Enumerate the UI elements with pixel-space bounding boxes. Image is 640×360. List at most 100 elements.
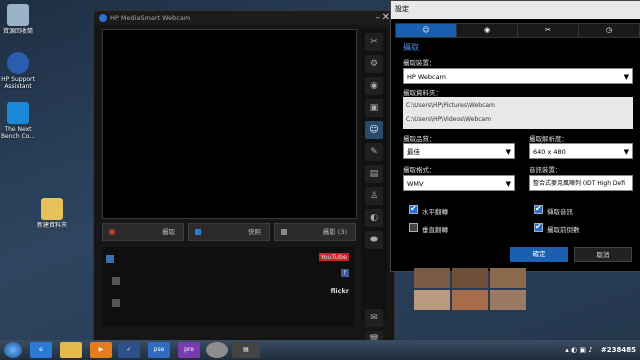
vflip-checkbox[interactable] (409, 223, 418, 232)
gallery-icon[interactable] (106, 255, 114, 263)
settings-tabs: ☺ ◉ ✂ ◷ (395, 23, 640, 38)
close-button[interactable]: ✕ (382, 11, 390, 25)
webcam-title-bar[interactable]: HP MediaSmart Webcam – ✕ (94, 11, 394, 25)
snapshot-icon (195, 229, 201, 235)
facebook-brand[interactable]: f (340, 269, 349, 277)
chevron-down-icon: ▼ (623, 148, 629, 156)
dialog-title: 設定 (391, 1, 640, 19)
settings-dialog: 設定 ☺ ◉ ✂ ◷ 攝取 攝取裝置： HP Webcam ▼ 攝取資料夾： C… (390, 0, 640, 272)
media-player-icon[interactable]: ▶ (90, 342, 112, 358)
eraser-icon[interactable]: ⬬ (365, 231, 383, 249)
album-label: 攝影 (3) (322, 228, 347, 236)
webcam-window: HP MediaSmart Webcam – ✕ ✂ ⚙ ◉ ▣ ☺ ✎ ▤ ♙… (93, 10, 395, 349)
camera-small-icon (281, 229, 287, 235)
start-button[interactable] (4, 342, 22, 358)
chevron-down-icon: ▼ (505, 180, 511, 188)
vflip-label: 垂直翻轉 (422, 226, 448, 234)
desktop-icon-hp-support[interactable]: HP Support Assistant (0, 52, 40, 90)
pictures-path: C:\Users\HP\Pictures\Webcam (406, 102, 495, 109)
desktop-icon-label: 資源回收筒 (2, 28, 33, 35)
folder-paths[interactable]: C:\Users\HP\Pictures\Webcam C:\Users\HP\… (403, 97, 633, 129)
desktop-icon-label: The Next Bench Co... (0, 126, 36, 140)
film-icon[interactable]: ▤ (232, 342, 260, 358)
tab-tools[interactable]: ✂ (517, 23, 579, 38)
device-label: 攝取裝置： (403, 59, 436, 67)
desktop-icon-recycle-bin[interactable]: 資源回收筒 (0, 4, 40, 35)
cancel-button[interactable]: 取消 (574, 247, 632, 262)
tab-camera[interactable]: ◉ (456, 23, 518, 38)
tab-capture[interactable]: ☺ (395, 23, 457, 38)
hp-icon[interactable]: ✓ (118, 342, 140, 358)
webcam-app-icon[interactable] (206, 342, 228, 358)
countdown-label: 攝取前倒數 (547, 226, 580, 234)
frame-icon[interactable]: ▤ (365, 165, 383, 183)
person-thumb-icon[interactable] (112, 277, 120, 285)
hflip-checkbox[interactable] (409, 204, 418, 214)
format-value: WMV (407, 180, 424, 188)
chevron-down-icon: ▼ (623, 73, 629, 81)
quality-label: 攝取品質： (403, 135, 436, 143)
album-button[interactable]: 攝影 (3) (274, 223, 356, 241)
avatar-thumb[interactable] (452, 268, 488, 288)
tray-icons[interactable]: ▴ ◐ ▣ ♪ (565, 346, 592, 354)
video-preview (102, 29, 357, 219)
explorer-icon[interactable] (60, 342, 82, 358)
pse-icon[interactable]: pse (148, 342, 170, 358)
settings-icon[interactable]: ⚙ (365, 55, 383, 73)
pen-icon[interactable]: ✎ (365, 143, 383, 161)
capture-audio-checkbox[interactable] (534, 204, 543, 214)
recycle-bin-icon (7, 4, 29, 26)
phone-icon[interactable] (112, 299, 120, 307)
countdown-checkbox[interactable] (534, 222, 543, 232)
camera-icon[interactable]: ◉ (365, 77, 383, 95)
avatar-thumb[interactable] (452, 290, 488, 310)
avatar-thumb[interactable] (414, 290, 450, 310)
folder-icon (41, 198, 63, 220)
record-icon (109, 229, 115, 235)
section-title: 攝取 (403, 43, 419, 52)
taskbar: e ▶ ✓ pse pre ▤ ▴ ◐ ▣ ♪ #238485 (0, 340, 640, 360)
flickr-brand[interactable]: flickr (331, 287, 349, 295)
next-bench-icon (7, 102, 29, 124)
effect-icon[interactable]: ◐ (365, 209, 383, 227)
folder-label: 攝取資料夾： (403, 89, 442, 97)
ok-button[interactable]: 確定 (510, 247, 568, 262)
tab-time[interactable]: ◷ (578, 23, 640, 38)
person-icon[interactable]: ♙ (365, 187, 383, 205)
avatar-thumb[interactable] (490, 290, 526, 310)
avatar-icon[interactable]: ☺ (365, 121, 383, 139)
avatar-thumb[interactable] (490, 268, 526, 288)
format-select[interactable]: WMV ▼ (403, 175, 515, 191)
snapshot-button[interactable]: 快照 (188, 223, 270, 241)
desktop-icon-new-folder[interactable]: 新建資料夾 (30, 198, 74, 229)
youtube-brand[interactable]: YouTube (318, 253, 349, 261)
tools-icon[interactable]: ✂ (365, 33, 383, 51)
avatar-thumb[interactable] (414, 268, 450, 288)
hflip-label: 水平翻轉 (422, 208, 448, 216)
chevron-down-icon: ▼ (505, 148, 511, 156)
audio-device-label: 音訊裝置： (529, 166, 562, 174)
minimize-button[interactable]: – (376, 11, 381, 25)
device-select[interactable]: HP Webcam ▼ (403, 68, 633, 84)
audio-device-value: 整合式麥克風陣列 (IDT High Defi (533, 180, 625, 187)
ie-icon[interactable]: e (30, 342, 52, 358)
pre-icon[interactable]: pre (178, 342, 200, 358)
capture-button[interactable]: 攝取 (102, 223, 184, 241)
media-gallery: YouTube f flickr (102, 247, 355, 327)
device-value: HP Webcam (407, 73, 446, 81)
system-tray: ▴ ◐ ▣ ♪ #238485 (565, 340, 636, 360)
quality-select[interactable]: 最佳 ▼ (403, 143, 515, 159)
webcam-title: HP MediaSmart Webcam (110, 14, 191, 22)
desktop-icon-next-bench[interactable]: The Next Bench Co... (0, 102, 40, 140)
quality-value: 最佳 (407, 148, 420, 156)
message-icon[interactable]: ✉ (365, 309, 383, 327)
desktop-icon-label: 新建資料夾 (36, 222, 67, 229)
hp-logo-icon (99, 14, 107, 22)
watermark: #238485 (600, 346, 636, 354)
format-label: 攝取格式： (403, 166, 436, 174)
resolution-label: 攝取解析度： (529, 135, 568, 143)
audio-device-select[interactable]: 整合式麥克風陣列 (IDT High Defi (529, 175, 633, 191)
face-tracking-icon[interactable]: ▣ (365, 99, 383, 117)
webcam-sidebar: ✂ ⚙ ◉ ▣ ☺ ✎ ▤ ♙ ◐ ⬬ ✉ 🗑 (361, 29, 387, 349)
resolution-select[interactable]: 640 x 480 ▼ (529, 143, 633, 159)
